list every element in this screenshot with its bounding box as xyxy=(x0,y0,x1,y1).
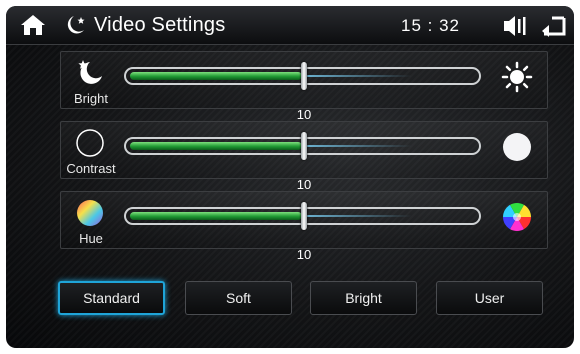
clock: 15 : 32 xyxy=(401,16,460,35)
hue-slider-handle[interactable] xyxy=(301,202,307,230)
preset-user-button[interactable]: User xyxy=(436,281,543,315)
hue-label: Hue xyxy=(79,231,103,246)
hue-slider-row: Hue 10 xyxy=(60,191,548,262)
moon-icon[interactable] xyxy=(64,14,88,36)
bright-slider-glow xyxy=(302,75,412,77)
contrast-label: Contrast xyxy=(66,161,116,176)
contrast-value: 10 xyxy=(296,177,312,192)
video-settings-screen: Video Settings 15 : 32 Bright 10 Contras… xyxy=(6,6,574,348)
hue-slider-glow xyxy=(302,215,412,217)
bright-slider-fill xyxy=(130,72,302,80)
contrast-slider-glow xyxy=(302,145,412,147)
color-wheel-icon xyxy=(503,203,531,231)
hue-slider-fill xyxy=(130,212,302,220)
hue-value: 10 xyxy=(296,247,312,262)
bright-slider[interactable]: 10 xyxy=(124,62,481,122)
sun-icon xyxy=(501,61,533,93)
home-icon[interactable] xyxy=(20,13,46,37)
moon-star-icon xyxy=(78,60,102,84)
page-title: Video Settings xyxy=(94,14,226,36)
preset-standard-button[interactable]: Standard xyxy=(58,281,165,315)
light-circle-icon xyxy=(503,133,531,161)
volume-icon[interactable] xyxy=(502,15,528,37)
preset-soft-button[interactable]: Soft xyxy=(185,281,292,315)
contrast-slider-fill xyxy=(130,142,302,150)
bright-slider-row: Bright 10 xyxy=(60,51,548,122)
bright-label: Bright xyxy=(74,91,108,106)
top-bar: Video Settings 15 : 32 xyxy=(6,6,574,45)
bright-slider-handle[interactable] xyxy=(301,62,307,90)
preset-bright-button[interactable]: Bright xyxy=(310,281,417,315)
contrast-slider[interactable]: 10 xyxy=(124,132,481,192)
contrast-slider-handle[interactable] xyxy=(301,132,307,160)
dark-circle-icon xyxy=(76,129,104,157)
back-icon[interactable] xyxy=(540,15,566,37)
hue-slider[interactable]: 10 xyxy=(124,202,481,262)
contrast-slider-row: Contrast 10 xyxy=(60,121,548,192)
color-wheel-icon xyxy=(77,200,103,226)
bright-value: 10 xyxy=(296,107,312,122)
